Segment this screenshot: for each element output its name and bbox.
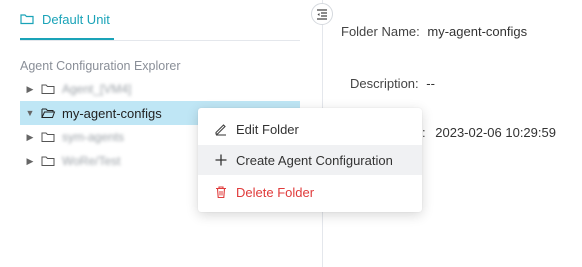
explorer-title: Agent Configuration Explorer xyxy=(20,59,181,73)
plus-icon xyxy=(214,153,228,167)
folder-icon xyxy=(40,129,56,145)
trash-icon xyxy=(214,185,228,199)
folder-icon xyxy=(20,12,34,26)
tree-node-label: WoRe/Test xyxy=(62,154,121,168)
outdent-icon xyxy=(316,8,328,20)
folder-name-value: my-agent-configs xyxy=(427,24,528,39)
description-value: -- xyxy=(426,76,435,91)
menu-item-label: Create Agent Configuration xyxy=(236,152,393,168)
tree-node[interactable]: ▶ Agent_[VM4] xyxy=(20,77,300,101)
tree-node-label: Agent_[VM4] xyxy=(62,82,132,96)
caret-right-icon[interactable]: ▶ xyxy=(20,149,40,173)
menu-item-label: Delete Folder xyxy=(236,184,315,200)
menu-item-label: Edit Folder xyxy=(236,121,299,137)
delete-folder-menu-item[interactable]: Delete Folder xyxy=(198,177,422,207)
tree-node-label: my-agent-configs xyxy=(62,105,162,121)
description-label: Description: xyxy=(350,76,419,91)
created-time-field: : 2023-02-06 10:29:59 xyxy=(422,125,556,140)
edit-folder-menu-item[interactable]: Edit Folder xyxy=(198,114,422,144)
folder-icon xyxy=(40,153,56,169)
caret-down-icon[interactable]: ▼ xyxy=(20,101,40,125)
folder-icon xyxy=(40,81,56,97)
caret-right-icon[interactable]: ▶ xyxy=(20,125,40,149)
caret-right-icon[interactable]: ▶ xyxy=(20,77,40,101)
description-field: Description: -- xyxy=(350,76,435,91)
created-time-value: 2023-02-06 10:29:59 xyxy=(435,125,556,140)
collapse-panel-button[interactable] xyxy=(311,3,333,25)
folder-name-field: Folder Name: my-agent-configs xyxy=(341,24,527,39)
context-menu: Edit Folder Create Agent Configuration D… xyxy=(198,108,422,212)
edit-icon xyxy=(214,122,228,136)
tree-node-label: sym-agents xyxy=(62,130,125,144)
unit-tab-bar: Default Unit xyxy=(20,0,300,41)
create-agent-configuration-menu-item[interactable]: Create Agent Configuration xyxy=(198,145,422,175)
folder-name-label: Folder Name: xyxy=(341,24,420,39)
created-time-label: : xyxy=(422,125,426,140)
tab-label: Default Unit xyxy=(42,11,110,27)
tab-default-unit[interactable]: Default Unit xyxy=(20,0,114,40)
folder-open-icon xyxy=(40,105,56,121)
